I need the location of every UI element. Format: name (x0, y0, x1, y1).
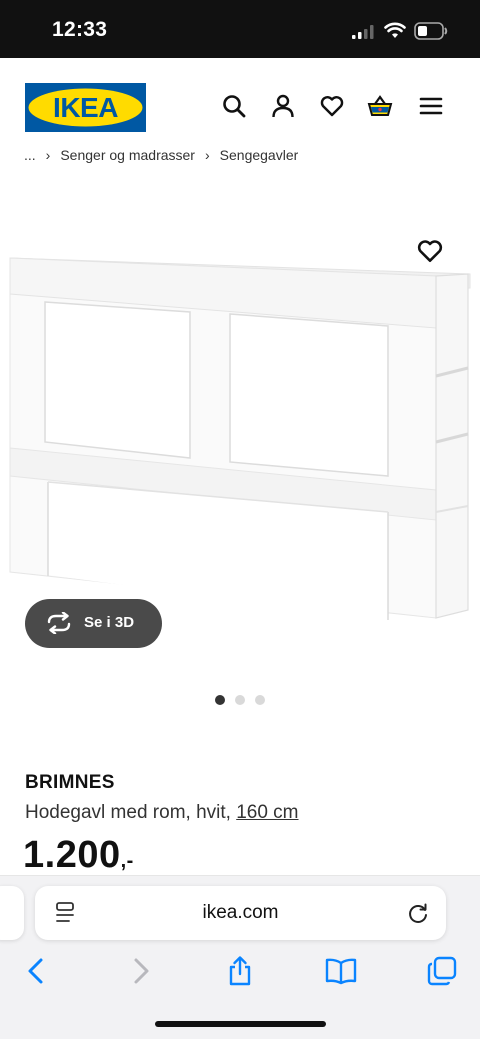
bookmarks-icon (325, 958, 357, 985)
heart-icon (320, 96, 344, 117)
basket-button[interactable] (367, 93, 393, 119)
product-name: BRIMNES (25, 772, 115, 793)
home-indicator[interactable] (155, 1021, 326, 1027)
carousel-dot[interactable] (235, 695, 245, 705)
carousel-dot[interactable] (255, 695, 265, 705)
share-button[interactable] (224, 955, 256, 987)
add-to-favorites-button[interactable] (416, 237, 444, 265)
breadcrumb-item-ellipsis[interactable]: ... (24, 150, 36, 163)
forward-icon (134, 958, 149, 984)
price-value: 1.200 (23, 834, 121, 876)
breadcrumb-item-headboards[interactable]: Sengegavler (220, 150, 299, 163)
product-price: 1.200,- (23, 834, 134, 878)
breadcrumb: ... › Senger og madrasser › Sengegavler (24, 150, 298, 170)
breadcrumb-item-beds[interactable]: Senger og madrasser (60, 150, 195, 163)
view-in-3d-button[interactable]: Se i 3D (25, 599, 162, 648)
search-icon (223, 95, 246, 118)
ikea-logo[interactable]: IKEA (25, 83, 146, 132)
battery-icon (414, 22, 448, 40)
heart-icon (417, 240, 443, 262)
forward-button[interactable] (124, 955, 156, 987)
menu-icon (419, 97, 443, 115)
product-description: Hodegavl med rom, hvit, 160 cm (25, 802, 299, 824)
search-button[interactable] (221, 93, 247, 119)
address-bar[interactable]: ikea.com (35, 886, 446, 940)
user-icon (272, 94, 294, 118)
tabs-icon (427, 956, 457, 986)
status-time: 12:33 (52, 18, 108, 41)
favorites-button[interactable] (319, 93, 345, 119)
logo-text: IKEA (53, 92, 118, 123)
menu-button[interactable] (418, 93, 444, 119)
previous-tab-preview[interactable] (0, 886, 24, 940)
wifi-icon (384, 22, 406, 38)
rotate-3d-icon (47, 612, 71, 634)
share-icon (229, 956, 251, 986)
back-button[interactable] (21, 955, 53, 987)
product-image (9, 257, 471, 620)
site-header: IKEA (0, 58, 480, 150)
basket-icon (367, 95, 393, 116)
back-icon (28, 958, 43, 984)
reload-icon[interactable] (406, 901, 430, 925)
url-text[interactable]: ikea.com (35, 902, 446, 924)
bookmarks-button[interactable] (325, 955, 357, 987)
chevron-right-icon: › (45, 150, 51, 163)
price-suffix: ,- (120, 850, 134, 872)
carousel-dot-active[interactable] (215, 695, 225, 705)
chevron-right-icon: › (204, 150, 210, 163)
cellular-signal-icon (352, 25, 374, 39)
status-bar: 12:33 (0, 0, 480, 58)
view-in-3d-label: Se i 3D (84, 614, 135, 631)
profile-button[interactable] (270, 93, 296, 119)
product-size-link[interactable]: 160 cm (236, 802, 298, 823)
tabs-button[interactable] (426, 955, 458, 987)
product-description-text: Hodegavl med rom, hvit, (25, 802, 231, 823)
